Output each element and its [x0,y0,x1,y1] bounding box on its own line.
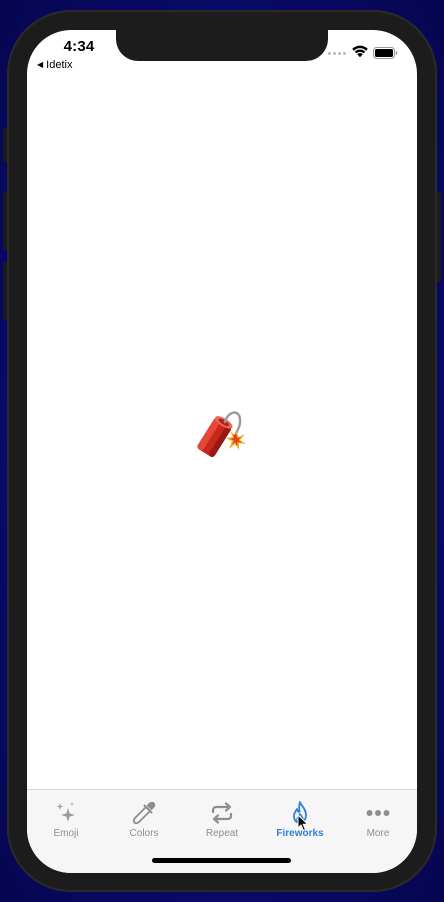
app-screen: 4:34 ◀ Idetix Emoji Colors Repeat Firewo… [27,30,417,873]
tab-colors[interactable]: Colors [105,800,183,844]
status-time: 4:34 [63,38,95,55]
tab-repeat-label: Repeat [205,828,239,839]
back-link-label: Idetix [46,59,73,71]
back-to-app-link[interactable]: ◀ Idetix [37,59,72,71]
tab-more[interactable]: More [339,800,417,844]
notch [116,30,328,61]
battery-icon [373,47,398,59]
mouse-pointer-icon [297,814,308,831]
firecracker-emoji [197,411,246,458]
home-indicator[interactable] [152,858,291,863]
tab-emoji-label: Emoji [53,828,79,839]
back-arrow-icon: ◀ [37,60,44,69]
tab-colors-label: Colors [129,828,159,839]
tab-repeat[interactable]: Repeat [183,800,261,844]
tab-more-label: More [366,828,390,839]
signal-strength-icon [328,52,346,55]
more-dots-icon [366,810,390,816]
eyedropper-icon [132,801,156,825]
repeat-icon [211,802,233,824]
tab-emoji[interactable]: Emoji [27,800,105,844]
wifi-icon [352,45,368,58]
sparkles-icon [56,802,75,822]
